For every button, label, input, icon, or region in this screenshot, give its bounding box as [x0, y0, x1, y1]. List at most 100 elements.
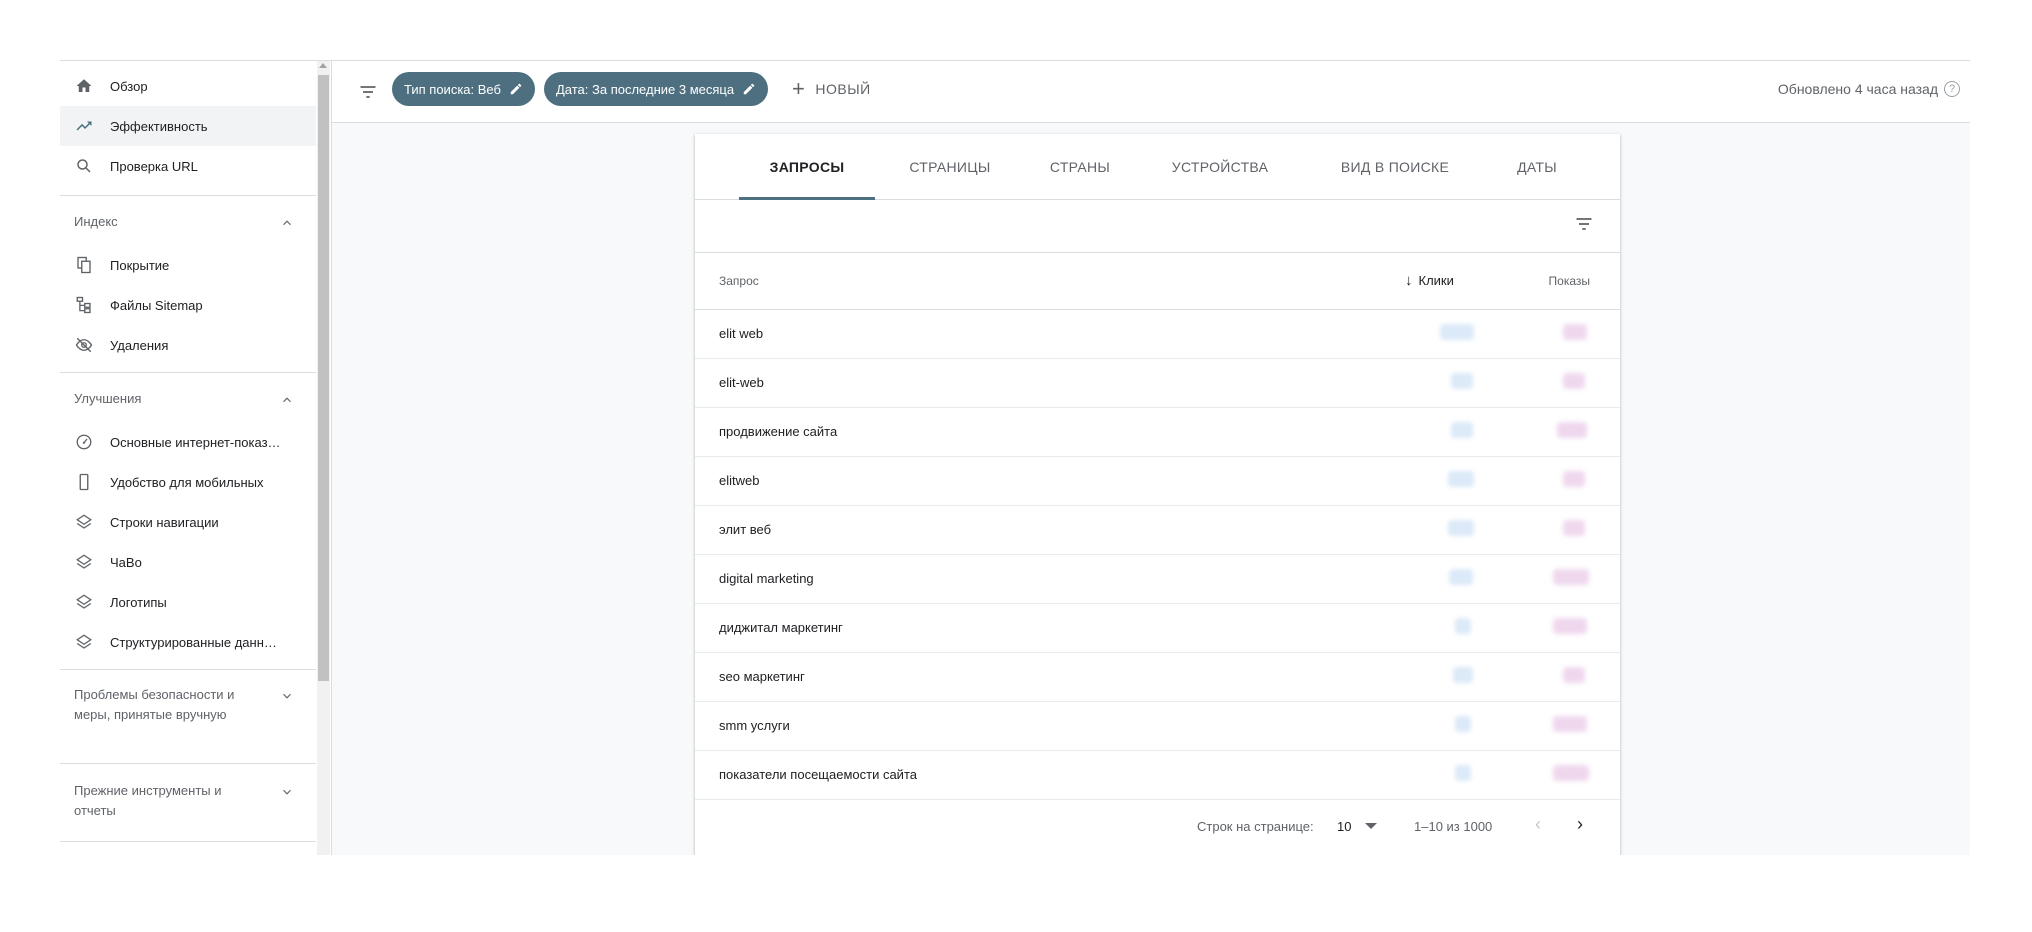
sidebar-item-breadcrumbs[interactable]: Строки навигации: [60, 502, 316, 542]
sidebar-item-label: Логотипы: [110, 594, 167, 610]
divider: [60, 763, 316, 764]
blurred-clicks-value: [1448, 471, 1474, 487]
dimension-tabs: ЗАПРОСЫ СТРАНИЦЫ СТРАНЫ УСТРОЙСТВА ВИД В…: [695, 134, 1620, 200]
chevron-down-icon[interactable]: [280, 785, 294, 799]
sidebar-item-core-web-vitals[interactable]: Основные интернет-показ…: [60, 422, 316, 462]
section-title-enhancements[interactable]: Улучшения: [74, 389, 141, 409]
blurred-impressions-value: [1553, 716, 1587, 732]
sidebar-item-label: Эффективность: [110, 118, 208, 134]
table-row[interactable]: digital marketing: [695, 555, 1620, 604]
active-tab-indicator: [739, 197, 875, 200]
tab-pages[interactable]: СТРАНИЦЫ: [885, 134, 1015, 200]
sidebar-item-faq[interactable]: ЧаВо: [60, 542, 316, 582]
column-header-clicks-label: Клики: [1418, 273, 1454, 288]
plus-icon: +: [792, 76, 806, 101]
rows-per-page-label: Строк на странице:: [1197, 819, 1314, 834]
sidebar-item-label: Обзор: [110, 78, 148, 94]
sidebar-item-sitemaps[interactable]: Файлы Sitemap: [60, 285, 316, 325]
sidebar-item-overview[interactable]: Обзор: [60, 66, 316, 106]
column-header-query[interactable]: Запрос: [719, 274, 759, 288]
chevron-up-icon[interactable]: [280, 393, 294, 407]
table-row[interactable]: seo маркетинг: [695, 653, 1620, 702]
blurred-clicks-value: [1455, 618, 1471, 634]
performance-table-card: ЗАПРОСЫ СТРАНИЦЫ СТРАНЫ УСТРОЙСТВА ВИД В…: [695, 134, 1620, 855]
table-row[interactable]: smm услуги: [695, 702, 1620, 751]
blurred-impressions-value: [1563, 520, 1585, 536]
sidebar-item-structured-data[interactable]: Структурированные данн…: [60, 622, 316, 662]
blurred-clicks-value: [1455, 765, 1471, 781]
sidebar-item-label: ЧаВо: [110, 554, 142, 570]
blurred-impressions-value: [1563, 667, 1585, 683]
help-icon[interactable]: ?: [1944, 81, 1960, 97]
column-header-clicks[interactable]: ↓ Клики: [1405, 272, 1454, 289]
sidebar-item-performance[interactable]: Эффективность: [60, 106, 316, 146]
tab-dates[interactable]: ДАТЫ: [1495, 134, 1579, 200]
layers-icon: [74, 632, 94, 652]
sidebar-item-url-inspection[interactable]: Проверка URL: [60, 146, 316, 186]
next-page-icon[interactable]: ›: [1577, 814, 1583, 835]
rows-per-page-select[interactable]: 10: [1337, 819, 1351, 834]
query-cell: elitweb: [719, 473, 760, 488]
sidebar-item-label: Удаления: [110, 337, 169, 353]
sidebar: Обзор Эффективность Проверка URL Индекс …: [60, 61, 332, 855]
divider: [60, 669, 316, 670]
query-cell: диджитал маркетинг: [719, 620, 843, 635]
sidebar-item-label: Структурированные данн…: [110, 634, 277, 650]
section-title-security[interactable]: Проблемы безопасности и меры, принятые в…: [74, 685, 244, 725]
section-title-index[interactable]: Индекс: [74, 212, 118, 232]
query-cell: seo маркетинг: [719, 669, 805, 684]
edit-icon[interactable]: [742, 82, 756, 96]
query-cell: elit-web: [719, 375, 764, 390]
tab-countries[interactable]: СТРАНЫ: [1025, 134, 1135, 200]
divider: [331, 61, 332, 855]
table-row[interactable]: elitweb: [695, 457, 1620, 506]
query-cell: элит веб: [719, 522, 772, 537]
edit-icon[interactable]: [509, 82, 523, 96]
tab-queries[interactable]: ЗАПРОСЫ: [739, 134, 875, 200]
table-row[interactable]: диджитал маркетинг: [695, 604, 1620, 653]
tab-search-appearance[interactable]: ВИД В ПОИСКЕ: [1305, 134, 1485, 200]
previous-page-icon[interactable]: ‹: [1535, 814, 1541, 835]
last-updated-label: Обновлено 4 часа назад: [1777, 81, 1938, 97]
sidebar-scrollbar[interactable]: [317, 61, 330, 855]
chevron-up-icon[interactable]: [280, 216, 294, 230]
query-cell: продвижение сайта: [719, 424, 838, 439]
chevron-down-icon[interactable]: [280, 689, 294, 703]
table-row[interactable]: elit-web: [695, 359, 1620, 408]
filter-icon[interactable]: [358, 82, 378, 102]
table-row[interactable]: продвижение сайта: [695, 408, 1620, 457]
filter-toolbar: Тип поиска: Веб Дата: За последние 3 мес…: [332, 61, 1970, 123]
divider: [60, 372, 316, 373]
last-updated-status: Обновлено 4 часа назад ?: [1778, 81, 1960, 97]
blurred-impressions-value: [1557, 422, 1587, 438]
table-row[interactable]: elit web: [695, 310, 1620, 359]
date-range-chip[interactable]: Дата: За последние 3 месяца: [544, 72, 769, 106]
blurred-impressions-value: [1563, 471, 1585, 487]
query-cell: показатели посещаемости сайта: [719, 767, 917, 782]
column-header-impressions[interactable]: Показы: [1549, 274, 1590, 288]
divider: [60, 195, 316, 196]
table-row[interactable]: элит веб: [695, 506, 1620, 555]
sidebar-item-logos[interactable]: Логотипы: [60, 582, 316, 622]
query-cell: elit web: [719, 326, 764, 341]
sidebar-item-removals[interactable]: Удаления: [60, 325, 316, 365]
sidebar-item-coverage[interactable]: Покрытие: [60, 245, 316, 285]
blurred-clicks-value: [1449, 569, 1473, 585]
scroll-up-arrow[interactable]: [319, 63, 327, 68]
blurred-impressions-value: [1563, 324, 1587, 340]
blurred-clicks-value: [1448, 520, 1474, 536]
section-title-legacy-tools[interactable]: Прежние инструменты и отчеты: [74, 781, 244, 821]
dropdown-arrow-icon[interactable]: [1365, 823, 1377, 829]
chip-label: Дата: За последние 3 месяца: [556, 81, 735, 97]
tab-devices[interactable]: УСТРОЙСТВА: [1145, 134, 1295, 200]
query-cell: smm услуги: [719, 718, 790, 733]
table-row[interactable]: показатели посещаемости сайта: [695, 751, 1620, 800]
sitemap-icon: [74, 295, 94, 315]
scrollbar-thumb[interactable]: [318, 75, 329, 681]
layers-icon: [74, 512, 94, 532]
new-filter-button[interactable]: + НОВЫЙ: [792, 76, 871, 102]
search-type-chip[interactable]: Тип поиска: Веб: [392, 72, 535, 106]
sidebar-item-mobile-usability[interactable]: Удобство для мобильных: [60, 462, 316, 502]
trending-up-icon: [74, 116, 94, 136]
table-filter-icon[interactable]: [1574, 214, 1594, 234]
